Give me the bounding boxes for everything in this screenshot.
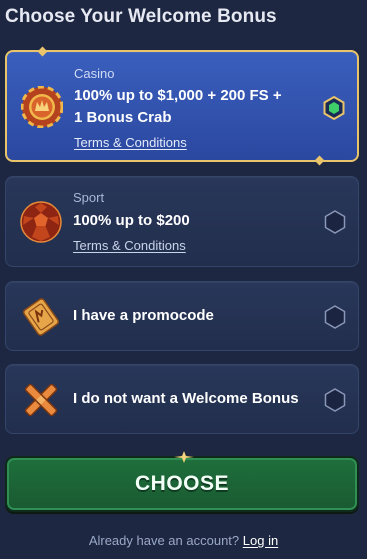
ticket-icon (20, 296, 62, 338)
choose-button-label: CHOOSE (134, 472, 229, 495)
terms-link[interactable]: Terms & Conditions (74, 135, 187, 150)
casino-chip-icon (21, 86, 63, 128)
radio-unselected-icon[interactable] (323, 305, 347, 329)
option-category: Casino (74, 66, 115, 81)
bonus-option-promocode[interactable]: I have a promocode (5, 281, 359, 351)
login-link[interactable]: Log in (243, 533, 278, 548)
bonus-option-no-bonus[interactable]: I do not want a Welcome Bonus (5, 364, 359, 434)
headline-line-2: 1 Bonus Crab (74, 109, 172, 126)
option-headline: I have a promocode (73, 307, 214, 324)
radio-unselected-icon[interactable] (323, 388, 347, 412)
headline-line-1: 100% up to $1,000 + 200 FS + (74, 87, 282, 104)
bonus-option-casino[interactable]: Casino 100% up to $1,000 + 200 FS + 1 Bo… (5, 46, 359, 166)
choose-button[interactable]: CHOOSE (5, 451, 359, 512)
radio-selected-icon[interactable] (322, 96, 346, 120)
soccer-ball-icon (20, 201, 62, 243)
terms-link[interactable]: Terms & Conditions (73, 238, 186, 253)
login-prompt-text: Already have an account? (88, 533, 240, 548)
radio-unselected-icon[interactable] (323, 210, 347, 234)
welcome-bonus-page: Choose Your Welcome Bonus Casino 100% up… (0, 0, 367, 559)
option-headline: 100% up to $1,000 + 200 FS + 1 Bonus Cra… (74, 85, 314, 129)
option-category: Sport (73, 190, 105, 205)
login-prompt: Already have an account? Log in (0, 533, 367, 548)
page-title: Choose Your Welcome Bonus (5, 6, 277, 27)
cross-icon (20, 379, 62, 421)
option-headline: 100% up to $200 (73, 212, 190, 229)
corner-ornament (314, 155, 325, 166)
corner-ornament (37, 46, 48, 57)
sparkle-icon (174, 451, 194, 463)
bonus-option-sport[interactable]: Sport 100% up to $200 Terms & Conditions (5, 176, 359, 267)
option-headline: I do not want a Welcome Bonus (73, 390, 299, 407)
